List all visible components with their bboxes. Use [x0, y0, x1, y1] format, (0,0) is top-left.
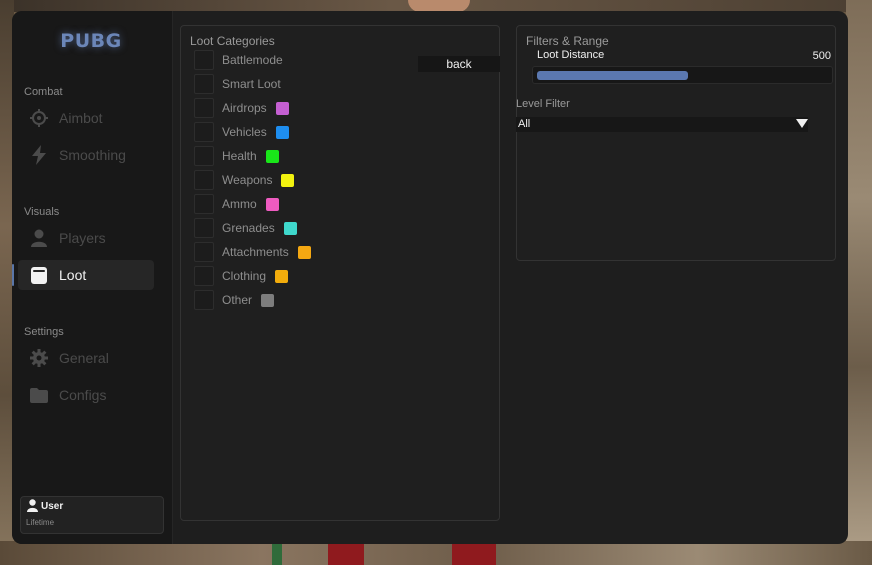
checkbox[interactable] — [194, 74, 214, 94]
sidebar-item-players[interactable]: Players — [18, 223, 154, 253]
color-swatch[interactable] — [275, 101, 289, 115]
backdrop-character-leg — [328, 543, 364, 565]
loot-option-smart-loot[interactable]: Smart Loot — [194, 74, 281, 94]
sidebar-item-aimbot[interactable]: Aimbot — [18, 103, 154, 133]
checkbox[interactable] — [194, 218, 214, 238]
person-icon — [28, 227, 50, 249]
user-name: User — [41, 501, 64, 512]
loot-option-clothing[interactable]: Clothing — [194, 266, 289, 286]
loot-option-weapons[interactable]: Weapons — [194, 170, 295, 190]
checkbox[interactable] — [194, 290, 214, 310]
backdrop-bottom — [0, 541, 872, 565]
loot-categories-panel: Loot Categories Battlemode Smart Loot Aird… — [180, 25, 500, 521]
loot-option-battlemode[interactable]: Battlemode — [194, 50, 283, 70]
lightning-icon — [28, 144, 50, 166]
loot-option-label: Vehicles — [222, 125, 267, 139]
loot-distance-slider[interactable] — [532, 66, 833, 84]
section-label-visuals: Visuals — [24, 206, 60, 218]
filters-range-panel: Filters & Range Loot Distance 500 — [516, 25, 836, 261]
color-swatch[interactable] — [275, 125, 289, 139]
user-icon — [27, 499, 38, 517]
back-button[interactable]: back — [418, 56, 500, 72]
slider-fill — [537, 71, 688, 80]
checkbox[interactable] — [194, 194, 214, 214]
folder-icon — [28, 384, 50, 406]
section-label-combat: Combat — [24, 86, 63, 98]
sidebar-item-configs[interactable]: Configs — [18, 380, 154, 410]
checkbox[interactable] — [194, 98, 214, 118]
level-filter-label: Level Filter — [516, 98, 570, 110]
loot-option-label: Ammo — [222, 197, 257, 211]
loot-option-ammo[interactable]: Ammo — [194, 194, 279, 214]
app-logo: PUBG — [60, 30, 122, 52]
color-swatch[interactable] — [275, 269, 289, 283]
backdrop-right-edge — [846, 0, 872, 565]
color-swatch[interactable] — [297, 245, 311, 259]
color-swatch[interactable] — [281, 173, 295, 187]
sidebar-item-loot[interactable]: Loot — [12, 260, 154, 290]
sidebar-item-label: Smoothing — [59, 147, 126, 163]
color-swatch[interactable] — [261, 293, 275, 307]
loot-option-other[interactable]: Other — [194, 290, 275, 310]
sidebar: PUBG Combat Aimbot Smoothing Visuals Pla… — [12, 11, 173, 544]
level-filter-select[interactable]: All — [516, 117, 808, 132]
loot-option-attachments[interactable]: Attachments — [194, 242, 311, 262]
loot-option-health[interactable]: Health — [194, 146, 279, 166]
level-filter-value: All — [518, 118, 531, 130]
checkbox[interactable] — [194, 170, 214, 190]
active-indicator — [12, 264, 14, 286]
panel-title: Filters & Range — [526, 34, 609, 48]
backdrop-post — [272, 543, 282, 565]
loot-option-label: Health — [222, 149, 257, 163]
checkbox[interactable] — [194, 50, 214, 70]
checkbox[interactable] — [194, 122, 214, 142]
menu-window: PUBG Combat Aimbot Smoothing Visuals Pla… — [12, 11, 848, 544]
sidebar-item-general[interactable]: General — [18, 343, 154, 373]
sidebar-item-smoothing[interactable]: Smoothing — [18, 140, 154, 170]
crosshair-icon — [28, 107, 50, 129]
user-card[interactable]: User Lifetime — [20, 496, 164, 534]
color-swatch[interactable] — [265, 149, 279, 163]
section-label-settings: Settings — [24, 326, 64, 338]
dropdown-arrow-icon — [796, 118, 808, 132]
loot-option-vehicles[interactable]: Vehicles — [194, 122, 289, 142]
backdrop-character-leg — [452, 543, 496, 565]
sidebar-item-label: Loot — [59, 267, 87, 283]
color-swatch[interactable] — [283, 221, 297, 235]
user-subscription: Lifetime — [26, 518, 55, 527]
sidebar-item-label: General — [59, 350, 109, 366]
loot-distance-label: Loot Distance — [537, 49, 605, 61]
loot-option-label: Weapons — [222, 173, 273, 187]
loot-option-airdrops[interactable]: Airdrops — [194, 98, 289, 118]
loot-option-label: Clothing — [222, 269, 267, 283]
sidebar-item-label: Configs — [59, 387, 107, 403]
loot-option-label: Smart Loot — [222, 77, 281, 91]
color-swatch[interactable] — [265, 197, 279, 211]
gear-icon — [28, 347, 50, 369]
panel-title: Loot Categories — [190, 34, 275, 48]
checkbox[interactable] — [194, 146, 214, 166]
loot-option-label: Other — [222, 293, 253, 307]
sidebar-item-label: Aimbot — [59, 110, 103, 126]
box-icon — [28, 264, 50, 286]
loot-option-label: Airdrops — [222, 101, 267, 115]
loot-option-label: Battlemode — [222, 53, 283, 67]
checkbox[interactable] — [194, 266, 214, 286]
loot-option-label: Grenades — [222, 221, 275, 235]
loot-option-label: Attachments — [222, 245, 289, 259]
loot-option-grenades[interactable]: Grenades — [194, 218, 297, 238]
checkbox[interactable] — [194, 242, 214, 262]
sidebar-item-label: Players — [59, 230, 106, 246]
loot-distance-value: 500 — [812, 50, 831, 62]
